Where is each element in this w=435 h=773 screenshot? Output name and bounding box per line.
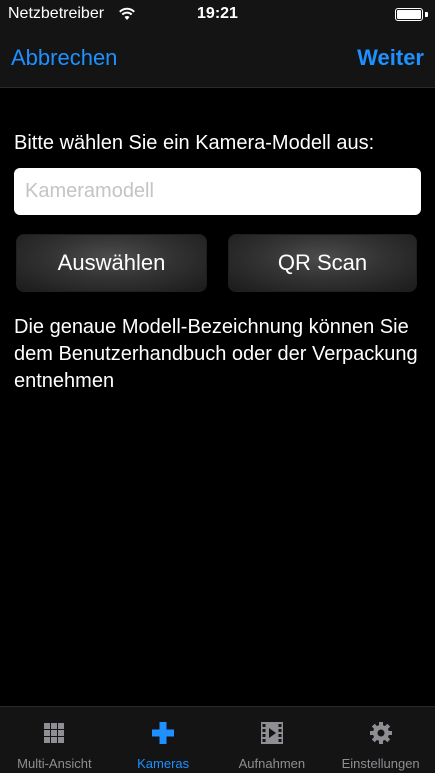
- battery-tip: [425, 12, 428, 17]
- model-hint-text: Die genaue Modell-Bezeichnung können Sie…: [14, 316, 418, 392]
- qr-scan-button[interactable]: QR Scan: [228, 234, 417, 292]
- select-model-button[interactable]: Auswählen: [16, 234, 207, 292]
- camera-model-input[interactable]: [14, 168, 421, 215]
- tab-label-settings: Einstellungen: [341, 756, 420, 771]
- tab-label-recordings: Aufnahmen: [238, 756, 306, 771]
- battery-level: [397, 10, 421, 19]
- gear-icon: [369, 722, 392, 744]
- tab-label-multi-view: Multi-Ansicht: [17, 756, 92, 771]
- tab-cameras[interactable]: Kameras: [109, 707, 218, 773]
- film-icon: [260, 722, 283, 744]
- cancel-button[interactable]: Abbrechen: [11, 45, 117, 71]
- tab-settings[interactable]: Einstellungen: [326, 707, 435, 773]
- tab-label-cameras: Kameras: [137, 756, 190, 771]
- status-time: 19:21: [197, 5, 238, 22]
- tab-multi-view[interactable]: Multi-Ansicht: [0, 707, 109, 773]
- next-button[interactable]: Weiter: [357, 45, 424, 71]
- plus-icon: [152, 722, 175, 744]
- model-prompt: Bitte wählen Sie ein Kamera-Modell aus:: [14, 132, 375, 154]
- tab-recordings[interactable]: Aufnahmen: [218, 707, 327, 773]
- battery-icon: [395, 8, 423, 21]
- tab-bar: Multi-Ansicht Kameras Aufnahmen Einstell…: [0, 706, 435, 773]
- status-bar: Netzbetreiber 19:21: [0, 0, 435, 30]
- navigation-bar: Abbrechen Weiter: [0, 30, 435, 88]
- grid-icon: [44, 723, 65, 743]
